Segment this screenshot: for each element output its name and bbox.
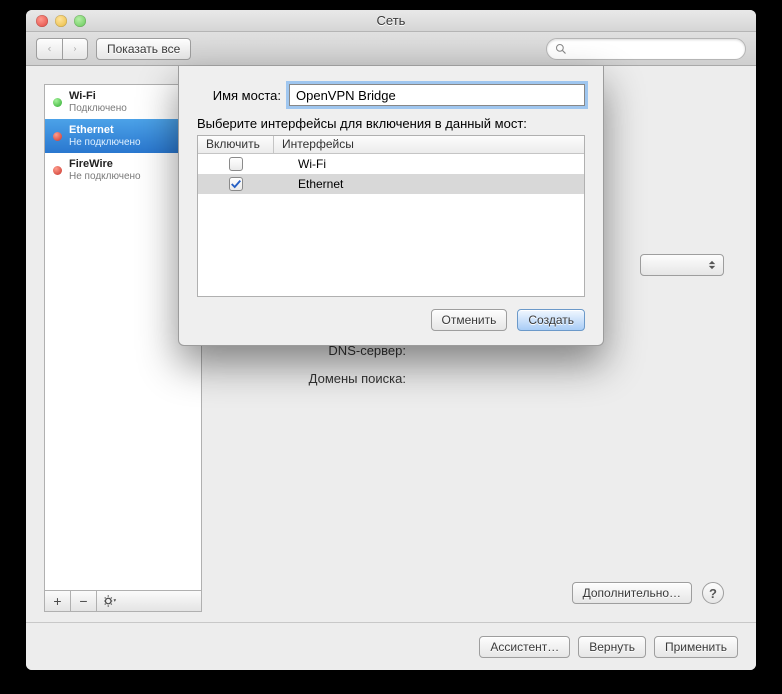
footer: Ассистент… Вернуть Применить: [26, 622, 756, 670]
service-state: Не подключено: [69, 137, 141, 149]
close-window-button[interactable]: [36, 15, 48, 27]
interface-name: Wi-Fi: [274, 157, 584, 171]
bridge-name-input[interactable]: [289, 84, 585, 106]
status-led-icon: [53, 98, 62, 107]
create-button[interactable]: Создать: [517, 309, 585, 331]
minimize-window-button[interactable]: [55, 15, 67, 27]
chevron-updown-icon: [707, 260, 717, 270]
window-title: Сеть: [26, 13, 756, 28]
search-domains-label: Домены поиска:: [230, 371, 416, 386]
include-checkbox[interactable]: [229, 177, 243, 191]
service-name: Wi-Fi: [69, 90, 127, 103]
zoom-window-button[interactable]: [74, 15, 86, 27]
network-prefs-window: Сеть Показать все Wi-Fi Подключено: [26, 10, 756, 670]
nav-segmented: [36, 38, 88, 60]
interfaces-table: Включить Интерфейсы Wi-Fi Ethernet: [197, 135, 585, 297]
status-led-icon: [53, 166, 62, 175]
create-bridge-sheet: Имя моста: Выберите интерфейсы для включ…: [178, 66, 604, 346]
help-button[interactable]: ?: [702, 582, 724, 604]
service-options-button[interactable]: [97, 591, 123, 611]
search-icon: [555, 43, 567, 55]
service-name: FireWire: [69, 158, 141, 171]
service-state: Не подключено: [69, 171, 141, 183]
service-name: Ethernet: [69, 124, 141, 137]
remove-service-button[interactable]: −: [71, 591, 97, 611]
choose-interfaces-label: Выберите интерфейсы для включения в данн…: [197, 116, 585, 131]
interface-name: Ethernet: [274, 177, 584, 191]
checkmark-icon: [230, 178, 242, 190]
apply-button[interactable]: Применить: [654, 636, 738, 658]
show-all-button[interactable]: Показать все: [96, 38, 191, 60]
search-field[interactable]: [546, 38, 746, 60]
config-dropdown[interactable]: [640, 254, 724, 276]
assistant-button[interactable]: Ассистент…: [479, 636, 570, 658]
gear-icon: [103, 594, 117, 608]
table-header: Включить Интерфейсы: [198, 136, 584, 154]
back-button[interactable]: [36, 38, 62, 60]
titlebar: Сеть: [26, 10, 756, 32]
table-row[interactable]: Wi-Fi: [198, 154, 584, 174]
status-led-icon: [53, 132, 62, 141]
table-row[interactable]: Ethernet: [198, 174, 584, 194]
bridge-name-label: Имя моста:: [197, 88, 289, 103]
service-state: Подключено: [69, 103, 127, 115]
add-service-button[interactable]: +: [45, 591, 71, 611]
include-checkbox[interactable]: [229, 157, 243, 171]
cancel-button[interactable]: Отменить: [431, 309, 508, 331]
toolbar: Показать все: [26, 32, 756, 66]
col-include[interactable]: Включить: [198, 136, 274, 153]
traffic-lights: [36, 15, 86, 27]
service-actions: + −: [44, 590, 202, 612]
advanced-button[interactable]: Дополнительно…: [572, 582, 692, 604]
col-interfaces[interactable]: Интерфейсы: [274, 136, 584, 153]
forward-button[interactable]: [62, 38, 88, 60]
revert-button[interactable]: Вернуть: [578, 636, 646, 658]
